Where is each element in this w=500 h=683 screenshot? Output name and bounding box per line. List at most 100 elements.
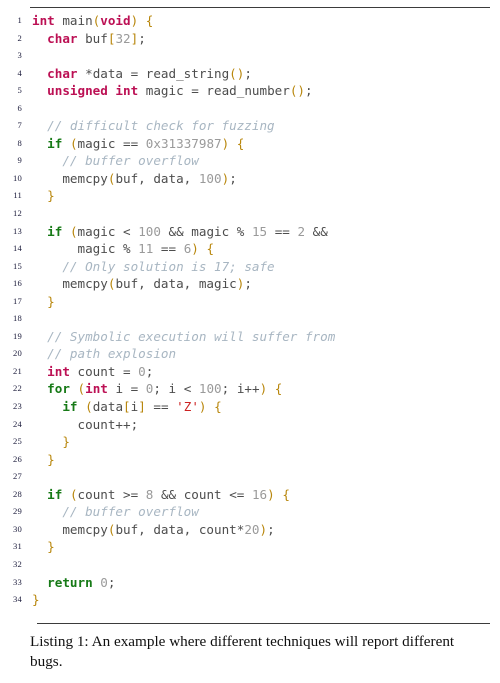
token-id: count >=	[77, 486, 146, 502]
token-punc	[32, 434, 62, 449]
token-id: i <	[168, 381, 199, 397]
token-punc: ;	[145, 363, 154, 379]
token-punc	[32, 364, 47, 379]
token-num: 20	[244, 521, 260, 537]
token-id: main	[54, 13, 93, 28]
code-line-text: // Only solution is 17; safe	[32, 258, 275, 276]
line-number: 21	[13, 365, 22, 376]
line-number: 11	[13, 190, 22, 201]
token-punc: ;	[138, 30, 146, 46]
line-number: 3	[17, 50, 22, 61]
token-brk: {	[282, 486, 290, 502]
code-line-text: }	[32, 187, 55, 205]
token-punc	[32, 294, 47, 309]
token-punc	[229, 136, 237, 151]
token-type: char	[47, 30, 78, 46]
line-number: 1	[17, 15, 22, 25]
token-id: count <=	[183, 486, 252, 502]
token-brk: {	[206, 241, 215, 257]
token-brk: )	[259, 521, 268, 537]
code-line: 6	[0, 100, 500, 118]
code-line: 32	[0, 556, 500, 574]
token-kw: if	[62, 399, 78, 415]
token-id: magic = read_number	[138, 83, 290, 99]
token-punc	[32, 329, 47, 344]
code-line: 33 return 0;	[0, 574, 500, 592]
code-line: 4 char *data = read_string();	[0, 65, 500, 83]
token-type: int	[32, 13, 55, 28]
code-line: 27	[0, 468, 500, 486]
line-number: 5	[17, 85, 22, 96]
code-line: 12	[0, 205, 500, 223]
token-punc: ;	[244, 65, 252, 81]
token-kw: return	[47, 574, 93, 590]
code-line: 29 // buffer overflow	[0, 503, 500, 521]
token-brk: }	[47, 451, 55, 467]
token-com: // difficult check for fuzzing	[47, 118, 275, 134]
token-num: 100	[198, 381, 222, 397]
token-punc	[32, 66, 47, 81]
code-line-text: int count = 0;	[32, 363, 153, 381]
token-punc	[32, 118, 47, 133]
code-line: 17 }	[0, 293, 500, 311]
line-number: 28	[13, 488, 22, 499]
line-number: 18	[13, 313, 22, 324]
code-line-text: // buffer overflow	[32, 503, 198, 521]
token-punc	[78, 399, 86, 414]
code-line: 28 if (count >= 8 && count <= 16) {	[0, 486, 500, 504]
line-number: 7	[17, 120, 22, 131]
line-number: 29	[13, 506, 22, 517]
token-brk: (	[85, 399, 93, 415]
token-punc: ==	[145, 399, 177, 415]
token-num: 16	[251, 486, 268, 502]
line-number: 6	[17, 102, 22, 113]
code-line: 2 char buf[32];	[0, 30, 500, 48]
line-number: 4	[17, 67, 22, 78]
code-line-text: return 0;	[32, 574, 115, 592]
line-number: 23	[13, 401, 22, 412]
token-punc	[62, 224, 70, 239]
line-number: 10	[13, 172, 22, 183]
token-num: 0	[138, 363, 146, 379]
token-punc	[32, 259, 62, 274]
token-punc	[32, 452, 47, 467]
code-line-text: char buf[32];	[32, 30, 146, 48]
line-number: 33	[13, 576, 22, 587]
token-id: buf, data,	[115, 170, 199, 186]
token-id: magic ==	[77, 135, 146, 151]
line-number: 26	[13, 453, 22, 464]
line-number: 2	[17, 32, 22, 43]
line-number: 24	[13, 418, 22, 429]
token-num: 0	[100, 574, 108, 590]
token-num: 32	[115, 30, 131, 46]
token-brk: [	[123, 399, 131, 415]
token-brk: (	[69, 486, 78, 502]
listing-top-rule	[30, 7, 490, 8]
token-id: buf	[77, 30, 108, 46]
code-line-text: if (magic < 100 && magic % 15 == 2 &&	[32, 223, 328, 241]
code-line-text: unsigned int magic = read_number();	[32, 82, 312, 100]
token-com: // Only solution is 17; safe	[62, 258, 275, 274]
token-brk: {	[236, 135, 245, 151]
token-punc	[62, 136, 70, 151]
token-punc	[32, 539, 47, 554]
token-punc	[138, 13, 146, 28]
listing-caption: Listing 1: An example where different te…	[30, 633, 455, 670]
token-type: int	[47, 363, 70, 379]
code-line: 11 }	[0, 187, 500, 205]
token-punc: ;	[153, 381, 169, 397]
listing-bottom-rule	[37, 623, 490, 624]
token-id: count++	[77, 416, 131, 432]
token-punc: &&	[160, 223, 192, 239]
line-number: 25	[13, 436, 22, 447]
token-brk: }	[47, 539, 55, 555]
token-punc: ;	[130, 416, 139, 432]
code-line-text: for (int i = 0; i < 100; i++) {	[32, 380, 282, 398]
line-number: 12	[13, 208, 22, 219]
token-punc: ;	[229, 170, 237, 186]
token-id: buf, data, count*	[115, 521, 245, 537]
token-com: // path explosion	[47, 346, 177, 362]
token-brk: )	[267, 486, 275, 502]
token-punc: &&	[305, 223, 328, 239]
token-punc	[32, 346, 47, 361]
